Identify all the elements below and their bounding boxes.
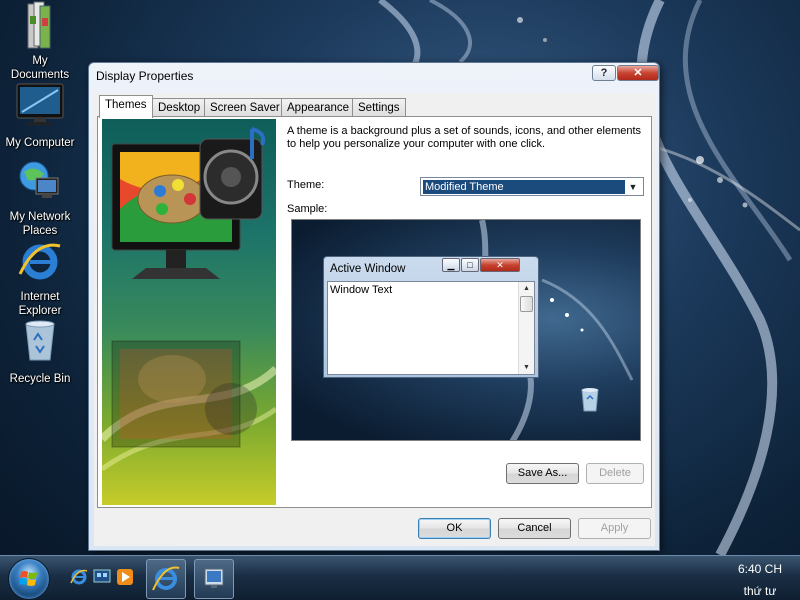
close-icon: ✕ <box>480 258 520 272</box>
computer-monitor-icon <box>16 82 64 125</box>
recycle-bin-icon <box>581 388 599 412</box>
clock-time: 6:40 CH <box>737 562 782 576</box>
desktop-icon-my-documents[interactable]: My Documents <box>2 1 78 82</box>
themes-tab-panel: A theme is a background plus a set of so… <box>97 116 652 508</box>
save-as-button[interactable]: Save As... <box>506 463 579 484</box>
sample-label: Sample: <box>287 203 328 215</box>
network-globe-icon <box>19 160 60 200</box>
theme-dropdown[interactable]: Modified Theme ▼ <box>420 177 644 196</box>
theme-label: Theme: <box>287 179 325 191</box>
maximize-icon: □ <box>461 258 479 272</box>
dialog-title: Display Properties <box>96 69 194 83</box>
quick-launch-show-desktop-icon[interactable] <box>93 568 111 586</box>
display-properties-icon <box>204 568 224 588</box>
recycle-bin-icon <box>20 318 60 361</box>
taskbar: 6:40 CH thứ tư <box>0 555 800 600</box>
ok-button[interactable]: OK <box>418 518 491 539</box>
apply-button[interactable]: Apply <box>578 518 651 539</box>
desktop-icon-my-network-places[interactable]: My Network Places <box>2 160 78 238</box>
sample-scrollbar: ▲ ▼ <box>518 282 534 374</box>
theme-dropdown-value: Modified Theme <box>423 180 625 194</box>
sample-active-window: Active Window ▁ □ ✕ Window Text ▲ ▼ <box>323 256 539 378</box>
close-button[interactable]: ✕ <box>617 65 659 81</box>
system-clock[interactable]: 6:40 CH thứ tư <box>738 560 782 600</box>
chevron-down-icon[interactable]: ▼ <box>625 180 641 194</box>
sample-window-text: Window Text <box>330 284 393 296</box>
minimize-icon: ▁ <box>442 258 460 272</box>
quick-launch-ie-icon[interactable] <box>70 568 88 586</box>
desktop-icon-label: My Documents <box>10 55 70 81</box>
scroll-down-icon: ▼ <box>523 364 530 371</box>
taskbar-item-display-properties[interactable] <box>194 559 234 599</box>
scroll-thumb <box>520 296 533 312</box>
tab-desktop[interactable]: Desktop <box>152 98 207 118</box>
desktop-icon-my-computer[interactable]: My Computer <box>2 82 78 150</box>
desktop-icon-label: Internet Explorer <box>18 291 62 317</box>
tab-themes[interactable]: Themes <box>99 95 153 118</box>
cancel-button[interactable]: Cancel <box>498 518 571 539</box>
clock-day: thứ tư <box>743 584 777 598</box>
tab-screen-saver[interactable]: Screen Saver <box>204 98 286 118</box>
desktop-icon-recycle-bin[interactable]: Recycle Bin <box>2 318 78 386</box>
start-button[interactable] <box>8 558 50 600</box>
internet-explorer-icon <box>152 566 180 591</box>
desktop-icon-label: Recycle Bin <box>9 373 71 385</box>
desktop-icon-label: My Computer <box>5 137 75 149</box>
help-button[interactable]: ? <box>592 65 616 81</box>
desktop-icon-label: My Network Places <box>9 211 71 237</box>
windows-logo-icon <box>19 571 37 586</box>
sample-window-body: Window Text ▲ ▼ <box>327 281 535 375</box>
display-properties-dialog: Display Properties ? ✕ Themes Desktop Sc… <box>88 62 660 551</box>
tab-settings[interactable]: Settings <box>352 98 406 118</box>
theme-sample-preview: Active Window ▁ □ ✕ Window Text ▲ ▼ <box>291 219 641 441</box>
folder-documents-icon <box>20 1 60 49</box>
quick-launch-media-player-icon[interactable] <box>116 568 134 586</box>
theme-preview-image <box>102 119 276 505</box>
sample-window-title: Active Window <box>330 263 406 275</box>
theme-description: A theme is a background plus a set of so… <box>287 125 642 150</box>
desktop-icon-internet-explorer[interactable]: Internet Explorer <box>2 240 78 318</box>
taskbar-item-internet-explorer[interactable] <box>146 559 186 599</box>
delete-button[interactable]: Delete <box>586 463 644 484</box>
internet-explorer-icon <box>18 240 61 280</box>
scroll-up-icon: ▲ <box>523 285 530 292</box>
dialog-client-area: Themes Desktop Screen Saver Appearance S… <box>94 93 655 546</box>
tab-appearance[interactable]: Appearance <box>281 98 356 118</box>
